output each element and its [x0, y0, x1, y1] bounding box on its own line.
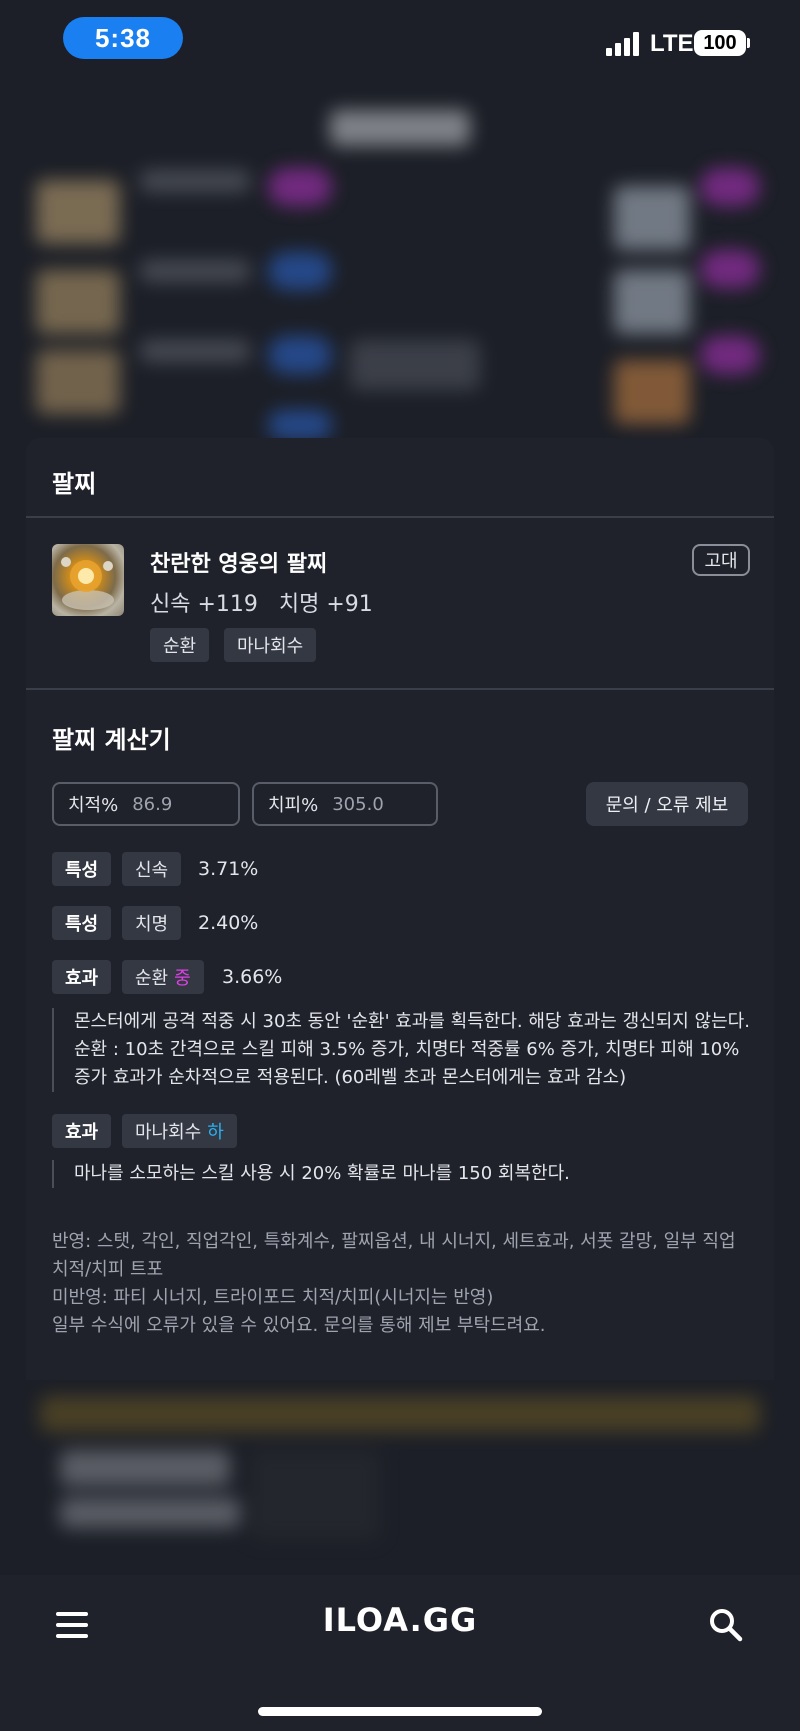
row-name-tag: 순환 중 [122, 960, 204, 994]
status-time: 5:38 [63, 17, 183, 59]
note-unreflected: 미반영: 파티 시너지, 트라이포드 치적/치피(시너지는 반영) [52, 1287, 494, 1308]
mana-description: 마나를 소모하는 스킬 사용 시 20% 확률로 마나를 150 회복한다. [52, 1160, 754, 1188]
divider [26, 516, 774, 518]
grade-badge: 고대 [692, 544, 750, 576]
row-name-tag: 신속 [122, 852, 182, 886]
row-value: 2.40% [198, 912, 259, 934]
bracelet-item-icon [52, 544, 124, 616]
battery-icon: 100 [694, 30, 746, 56]
bottom-nav-bar: ILOA.GG [0, 1575, 800, 1731]
effect-level: 하 [207, 1122, 224, 1143]
crit-rate-input[interactable]: 치적% 86.9 [52, 782, 240, 826]
row-value: 3.66% [222, 966, 283, 988]
cycle-description: 몬스터에게 공격 적중 시 30초 동안 '순환' 효과를 획득한다. 해당 효… [52, 1008, 754, 1092]
bracelet-modal: 팔찌 찬란한 영웅의 팔찌 신속 +119 치명 +91 고대 순환 마나회수 … [26, 438, 774, 1380]
item-tag-mana: 마나회수 [224, 628, 317, 662]
effect-name: 순환 [135, 968, 169, 989]
item-name: 찬란한 영웅의 팔찌 [150, 552, 328, 577]
row-type-tag: 효과 [52, 1114, 112, 1148]
row-type-tag: 특성 [52, 906, 112, 940]
report-button[interactable]: 문의 / 오류 제보 [586, 782, 748, 826]
calculator-title: 팔찌 계산기 [52, 726, 171, 754]
item-stats: 신속 +119 치명 +91 [150, 592, 373, 617]
row-type-tag: 효과 [52, 960, 112, 994]
site-logo[interactable]: ILOA.GG [0, 1601, 800, 1639]
crit-rate-placeholder: 86.9 [132, 793, 173, 815]
note-error: 일부 수식에 오류가 있을 수 있어요. 문의를 통해 제보 부탁드려요. [52, 1315, 546, 1336]
crit-damage-label: 치피% [268, 795, 319, 816]
crit-damage-input[interactable]: 치피% 305.0 [252, 782, 438, 826]
battery-tip [747, 38, 750, 48]
crit-rate-label: 치적% [68, 795, 119, 816]
item-tag-cycle: 순환 [150, 628, 210, 662]
row-type-tag: 특성 [52, 852, 112, 886]
search-icon[interactable] [708, 1607, 744, 1643]
home-indicator [258, 1707, 542, 1716]
effect-name: 마나회수 [135, 1122, 202, 1143]
signal-icon [606, 32, 644, 56]
row-name-tag: 마나회수 하 [122, 1114, 237, 1148]
row-value: 3.71% [198, 858, 259, 880]
network-label: LTE [650, 30, 694, 57]
crit-damage-placeholder: 305.0 [332, 793, 384, 815]
note-reflected: 반영: 스탯, 각인, 직업각인, 특화계수, 팔찌옵션, 내 시너지, 세트효… [52, 1231, 736, 1280]
effect-level: 중 [174, 968, 191, 989]
modal-title: 팔찌 [52, 470, 97, 498]
divider [26, 688, 774, 690]
row-name-tag: 치명 [122, 906, 182, 940]
status-bar: 5:38 LTE 100 [0, 0, 800, 90]
